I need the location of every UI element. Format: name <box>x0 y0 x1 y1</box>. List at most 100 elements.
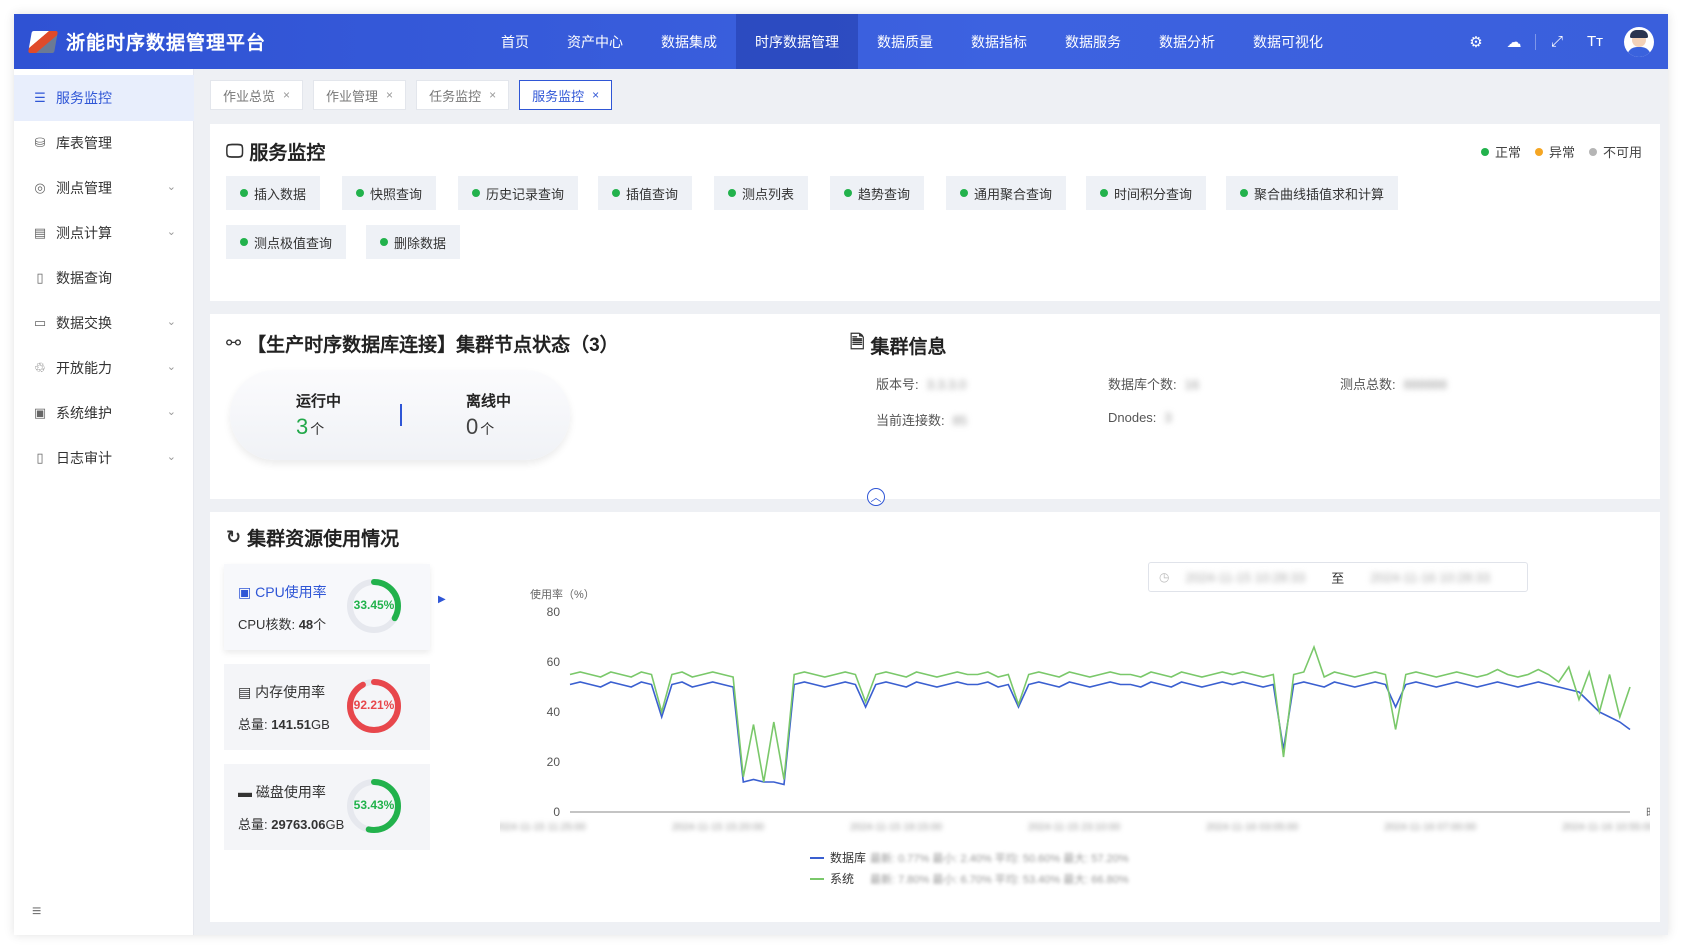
avatar[interactable] <box>1624 26 1654 57</box>
y-tick-label: 60 <box>547 655 561 669</box>
main-nav: 首页 资产中心 数据集成 时序数据管理 数据质量 数据指标 数据服务 数据分析 … <box>482 14 1342 69</box>
service-chip[interactable]: 趋势查询 <box>830 176 925 210</box>
cpu-usage-card[interactable]: ▣ CPU使用率 CPU核数: 48个 33.45% <box>224 564 430 650</box>
app-logo[interactable]: 浙能时序数据管理平台 <box>28 28 450 55</box>
exchange-icon: ▭ <box>33 315 47 330</box>
card-title: ▤ 内存使用率 <box>238 684 326 700</box>
app-window: 浙能时序数据管理平台 首页 资产中心 数据集成 时序数据管理 数据质量 数据指标… <box>14 14 1668 935</box>
section-title: ↻ 集群资源使用情况 <box>226 524 399 551</box>
tab-task-monitor[interactable]: 任务监控 × <box>416 80 510 110</box>
service-chip[interactable]: 删除数据 <box>366 225 461 259</box>
sidebar-item-open[interactable]: ♲ 开放能力 ⌄ <box>14 345 194 391</box>
sidebar-item-audit[interactable]: ▯ 日志审计 ⌄ <box>14 435 194 481</box>
caret-right-icon: ▶ <box>438 594 446 605</box>
y-tick-label: 20 <box>547 755 561 769</box>
close-icon[interactable]: × <box>283 88 290 102</box>
chevron-down-icon: ⌄ <box>166 451 176 463</box>
service-chip[interactable]: 聚合曲线插值求和计算 <box>1226 176 1399 210</box>
tab-job-overview[interactable]: 作业总览 × <box>210 80 304 110</box>
sidebar-item-service-monitor[interactable]: ☰ 服务监控 <box>14 75 194 121</box>
legend-series-name: 数据库 <box>830 850 866 865</box>
status-dot <box>240 238 248 246</box>
section-title: ⚯ 【生产时序数据库连接】集群节点状态（3） <box>226 330 619 357</box>
nav-home[interactable]: 首页 <box>482 14 548 69</box>
sidebar-item-point-calc[interactable]: ▤ 测点计算 ⌄ <box>14 210 194 256</box>
menu-collapse-icon[interactable]: ≡ <box>32 903 41 921</box>
cluster-panel: ⚯ 【生产时序数据库连接】集群节点状态（3） 运行中 3个 离线中 0个 🗎 集… <box>210 314 1660 506</box>
info-db-count: 数据库个数: 16 <box>1108 377 1200 392</box>
gear-icon[interactable]: ⚙ <box>1457 14 1495 69</box>
usage-percent: 53.43% <box>353 798 395 812</box>
usage-percent: 92.21% <box>353 698 395 712</box>
offline-label: 离线中 <box>466 393 512 410</box>
logo-icon <box>28 29 58 55</box>
sidebar-item-label: 测点计算 <box>56 225 112 241</box>
running-label: 运行中 <box>296 393 342 410</box>
sidebar-item-label: 库表管理 <box>56 135 112 151</box>
nav-integration[interactable]: 数据集成 <box>642 14 736 69</box>
status-dot <box>472 189 480 197</box>
memory-usage-card[interactable]: ▤ 内存使用率 总量: 141.51GB 92.21% <box>224 664 430 750</box>
y-axis-label: 使用率（%） <box>530 587 595 601</box>
x-axis-label: 时间 <box>1646 806 1650 819</box>
info-dnodes: Dnodes: 3 <box>1108 410 1172 425</box>
status-dot <box>960 189 968 197</box>
status-dot <box>380 238 388 246</box>
service-chip[interactable]: 测点列表 <box>714 176 809 210</box>
service-chip[interactable]: 通用聚合查询 <box>946 176 1067 210</box>
chevron-down-icon: ⌄ <box>166 361 176 373</box>
card-title: ▬ 磁盘使用率 <box>238 784 326 800</box>
sidebar-item-label: 日志审计 <box>56 450 112 466</box>
usage-line-chart: 使用率（%） 0 20 40 60 80 时间 2024-11-15 11:25:00 2024… <box>500 587 1650 886</box>
font-size-icon[interactable]: Tт <box>1576 14 1614 69</box>
close-icon[interactable]: × <box>592 88 599 102</box>
info-version: 版本号: 3.3.3.0 <box>876 377 967 392</box>
resource-panel: ↻ 集群资源使用情况 ▣ CPU使用率 CPU核数: 48个 33.45% ▶ … <box>210 512 1660 922</box>
search-doc-icon: ▯ <box>36 270 44 285</box>
service-chip[interactable]: 插值查询 <box>598 176 693 210</box>
service-chip[interactable]: 历史记录查询 <box>458 176 579 210</box>
disk-usage-card[interactable]: ▬ 磁盘使用率 总量: 29763.06GB 53.43% <box>224 764 430 850</box>
target-icon: ◎ <box>34 180 46 195</box>
legend-error: 异常 <box>1534 142 1575 161</box>
sidebar-item-label: 开放能力 <box>56 360 112 376</box>
service-chip[interactable]: 插入数据 <box>226 176 321 210</box>
top-navbar: 浙能时序数据管理平台 首页 资产中心 数据集成 时序数据管理 数据质量 数据指标… <box>14 14 1668 69</box>
service-chip[interactable]: 快照查询 <box>342 176 437 210</box>
nav-analysis[interactable]: 数据分析 <box>1140 14 1234 69</box>
fullscreen-icon[interactable]: ⤢ <box>1538 14 1576 69</box>
cluster-info-title: 🗎 集群信息 <box>850 330 947 360</box>
service-chip[interactable]: 测点极值查询 <box>226 225 347 259</box>
sidebar-item-maintenance[interactable]: ▣ 系统维护 ⌄ <box>14 390 194 436</box>
tab-job-management[interactable]: 作业管理 × <box>313 80 407 110</box>
sidebar-item-tables[interactable]: ⛁ 库表管理 <box>14 120 194 166</box>
section-title: 🖵 服务监控 <box>226 138 325 165</box>
nav-metrics[interactable]: 数据指标 <box>952 14 1046 69</box>
section-title-text: 集群信息 <box>870 336 947 358</box>
sidebar-item-label: 数据查询 <box>56 270 112 286</box>
sidebar-item-exchange[interactable]: ▭ 数据交换 ⌄ <box>14 300 194 346</box>
chevron-down-icon: ⌄ <box>166 406 176 418</box>
nav-visualization[interactable]: 数据可视化 <box>1234 14 1342 69</box>
chevron-down-icon: ⌄ <box>166 226 176 238</box>
tab-label: 服务监控 <box>532 88 585 104</box>
top-toolbar: ⚙ ☁ ⤢ Tт <box>1457 14 1654 69</box>
service-chip[interactable]: 时间积分查询 <box>1086 176 1207 210</box>
sidebar-item-points[interactable]: ◎ 测点管理 ⌄ <box>14 165 194 211</box>
nav-assets[interactable]: 资产中心 <box>548 14 642 69</box>
close-icon[interactable]: × <box>489 88 496 102</box>
x-tick-label: 2024-11-16 07:00:00 <box>1384 822 1477 833</box>
nav-quality[interactable]: 数据质量 <box>858 14 952 69</box>
close-icon[interactable]: × <box>386 88 393 102</box>
section-title-text: 集群资源使用情况 <box>247 529 400 550</box>
tab-label: 作业管理 <box>326 88 379 104</box>
collapse-icon[interactable]: ︿ <box>867 488 885 506</box>
sidebar-item-query[interactable]: ▯ 数据查询 <box>14 255 194 301</box>
tab-service-monitor[interactable]: 服务监控 × <box>519 80 613 110</box>
usage-percent: 33.45% <box>353 598 395 612</box>
status-legend: 正常 异常 不可用 <box>1480 142 1642 161</box>
nav-services[interactable]: 数据服务 <box>1046 14 1140 69</box>
y-tick-label: 40 <box>547 705 561 719</box>
cloud-icon[interactable]: ☁ <box>1495 14 1533 69</box>
nav-timeseries[interactable]: 时序数据管理 <box>736 14 858 69</box>
